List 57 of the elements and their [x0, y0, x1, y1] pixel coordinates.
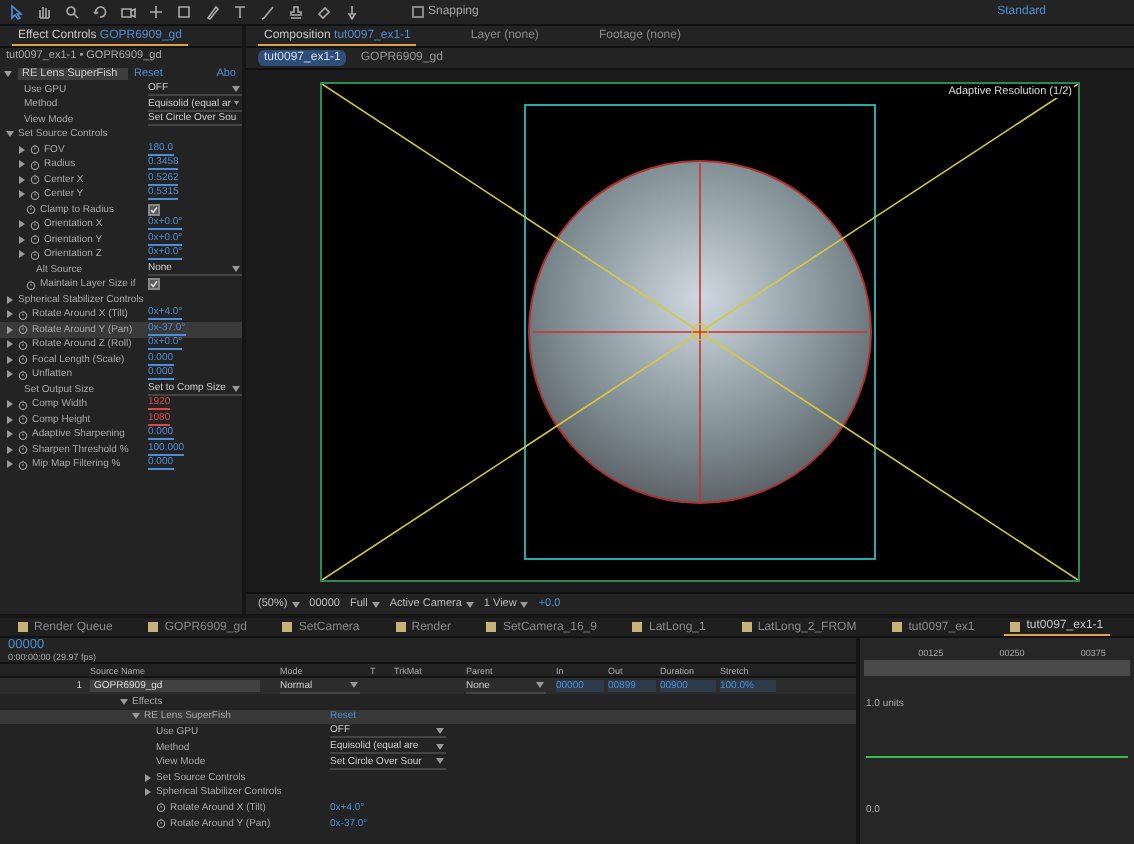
checkbox[interactable]	[148, 278, 160, 291]
caret-icon	[232, 265, 240, 272]
stopwatch-icon[interactable]	[30, 249, 40, 260]
stopwatch-icon[interactable]	[30, 219, 40, 230]
text-icon[interactable]	[232, 4, 248, 20]
twirl-icon[interactable]	[132, 712, 140, 721]
composition-icon	[282, 622, 293, 632]
shape-icon[interactable]	[176, 4, 192, 20]
stamp-icon[interactable]	[288, 4, 304, 20]
stopwatch-icon[interactable]	[18, 444, 28, 455]
twirl-icon[interactable]	[144, 773, 152, 782]
stopwatch-icon[interactable]	[30, 159, 40, 170]
composition-icon	[892, 622, 903, 632]
stopwatch-icon[interactable]	[18, 414, 28, 425]
composition-icon	[1010, 621, 1021, 631]
twirl-icon[interactable]	[6, 130, 14, 139]
caret-icon	[465, 601, 474, 607]
stopwatch-icon[interactable]	[18, 369, 28, 380]
pen-icon[interactable]	[204, 4, 220, 20]
stopwatch-icon[interactable]	[156, 802, 166, 813]
caret-icon	[350, 682, 358, 688]
stopwatch-icon[interactable]	[30, 234, 40, 245]
composition-icon	[632, 622, 643, 632]
composition-icon	[741, 622, 752, 632]
caret-icon	[536, 682, 544, 688]
caret-icon	[234, 100, 240, 107]
stopwatch-icon[interactable]	[18, 324, 28, 335]
caret-icon	[520, 601, 529, 607]
hand-icon[interactable]	[36, 4, 52, 20]
checkbox[interactable]	[148, 203, 160, 216]
stopwatch-icon[interactable]	[18, 309, 28, 320]
stopwatch-icon[interactable]	[156, 818, 166, 829]
composition-icon	[395, 622, 406, 632]
twirl-icon[interactable]	[120, 697, 128, 706]
stopwatch-icon[interactable]	[18, 399, 28, 410]
stopwatch-icon[interactable]	[26, 204, 36, 215]
stopwatch-icon[interactable]	[18, 339, 28, 350]
composition-icon	[148, 622, 159, 632]
stopwatch-icon[interactable]	[30, 189, 40, 200]
search-icon[interactable]	[64, 4, 80, 20]
rotate-icon[interactable]	[92, 4, 108, 20]
caret-icon	[371, 601, 380, 607]
caret-icon	[232, 385, 240, 392]
stopwatch-icon[interactable]	[30, 174, 40, 185]
stopwatch-icon[interactable]	[26, 279, 36, 290]
camera-icon[interactable]	[120, 4, 136, 20]
stopwatch-icon[interactable]	[18, 354, 28, 365]
composition-icon	[18, 622, 28, 632]
twirl-icon[interactable]	[144, 788, 152, 797]
caret-icon	[291, 601, 300, 607]
selection-arrow-icon[interactable]	[8, 4, 24, 20]
stopwatch-icon[interactable]	[18, 459, 28, 470]
stopwatch-icon[interactable]	[18, 429, 28, 440]
twirl-icon[interactable]	[4, 70, 12, 78]
twirl-icon[interactable]	[6, 295, 14, 304]
composition-icon	[486, 622, 497, 632]
stopwatch-icon[interactable]	[30, 144, 40, 155]
